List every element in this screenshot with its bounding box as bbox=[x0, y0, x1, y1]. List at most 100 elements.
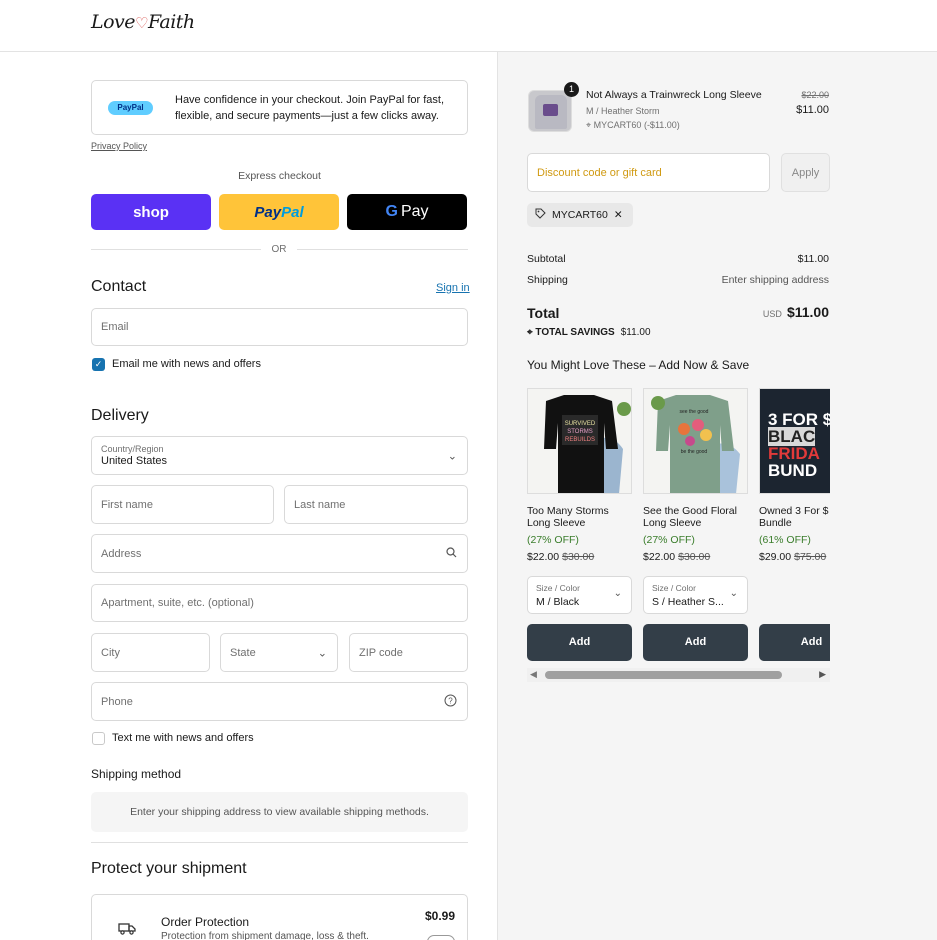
scrollbar-thumb[interactable] bbox=[545, 671, 782, 679]
total-value: USD $11.00 bbox=[762, 304, 829, 320]
protect-shipment-heading: Protect your shipment bbox=[91, 860, 247, 877]
size-color-select[interactable]: Size / Color M / Black ⌄ bbox=[527, 576, 632, 614]
zip-code-field[interactable]: ZIP code bbox=[349, 633, 468, 672]
email-opt-in-label: Email me with news and offers bbox=[112, 358, 261, 370]
cart-item-name: Not Always a Trainwreck Long Sleeve bbox=[586, 89, 762, 101]
checkout-form: PayPal Have confidence in your checkout.… bbox=[0, 52, 497, 940]
contact-heading: Contact bbox=[91, 278, 147, 295]
delivery-heading: Delivery bbox=[91, 407, 149, 424]
google-pay-button[interactable]: G Pay bbox=[347, 194, 467, 230]
order-protection-toggle[interactable] bbox=[427, 935, 455, 940]
header: Love♡Faith bbox=[0, 0, 937, 52]
svg-text:STORMS: STORMS bbox=[567, 429, 593, 435]
apartment-field[interactable]: Apartment, suite, etc. (optional) bbox=[91, 584, 468, 622]
product-name[interactable]: Owned 3 For $ Bundle bbox=[759, 505, 830, 529]
sms-opt-in-label: Text me with news and offers bbox=[112, 732, 254, 744]
city-field[interactable]: City bbox=[91, 633, 210, 672]
shipping-value: Enter shipping address bbox=[721, 274, 829, 286]
bundle-banner: 3 FOR $ BLAC FRIDA BUND bbox=[768, 410, 830, 480]
cart-item-original-price: $22.00 bbox=[801, 90, 829, 100]
product-price: $22.00 $30.00 bbox=[527, 551, 595, 563]
last-name-field[interactable]: Last name bbox=[284, 485, 468, 524]
order-protection-card[interactable]: Order Protection Protection from shipmen… bbox=[91, 894, 468, 940]
paypal-logo-icon: PayPal bbox=[108, 101, 153, 115]
chevron-down-icon: ⌄ bbox=[613, 588, 622, 599]
scroll-right-icon[interactable]: ▶ bbox=[819, 669, 826, 680]
country-select[interactable]: Country/Region United States ⌄ bbox=[91, 436, 468, 475]
phone-field[interactable]: Phone ? bbox=[91, 682, 468, 721]
upsell-heading: You Might Love These – Add Now & Save bbox=[527, 358, 750, 372]
sms-opt-in-checkbox[interactable] bbox=[92, 732, 105, 745]
apply-button[interactable]: Apply bbox=[781, 153, 830, 192]
svg-text:?: ? bbox=[448, 696, 453, 705]
chevron-down-icon: ⌄ bbox=[447, 450, 457, 462]
product-image[interactable]: 3 FOR $ BLAC FRIDA BUND bbox=[759, 388, 830, 494]
chevron-down-icon: ⌄ bbox=[317, 647, 327, 659]
shop-pay-button[interactable]: shop bbox=[91, 194, 211, 230]
svg-text:SURVIVED: SURVIVED bbox=[565, 421, 596, 427]
first-name-field[interactable]: First name bbox=[91, 485, 274, 524]
state-select[interactable]: State ⌄ bbox=[220, 633, 338, 672]
sign-in-link[interactable]: Sign in bbox=[436, 282, 470, 294]
tag-icon: ⌖ bbox=[527, 327, 533, 338]
add-button[interactable]: Add bbox=[527, 624, 632, 661]
total-label: Total bbox=[527, 305, 560, 321]
product-price: $29.00 $75.00 bbox=[759, 551, 827, 563]
upsell-carousel: SURVIVED STORMS REBUILDS Too Many Storms… bbox=[527, 388, 830, 688]
subtotal-label: Subtotal bbox=[527, 253, 566, 265]
heart-icon: ♡ bbox=[135, 14, 148, 32]
svg-text:REBUILDS: REBUILDS bbox=[565, 437, 595, 443]
scroll-left-icon[interactable]: ◀ bbox=[530, 669, 537, 680]
paypal-banner: PayPal Have confidence in your checkout.… bbox=[91, 80, 468, 135]
tag-icon bbox=[535, 208, 546, 222]
total-savings: ⌖ TOTAL SAVINGS $11.00 bbox=[527, 327, 651, 338]
brand-logo[interactable]: Love♡Faith bbox=[91, 11, 195, 33]
applied-discount-chip: MYCART60 ✕ bbox=[527, 203, 633, 227]
paypal-button[interactable]: Pay Pal bbox=[219, 194, 339, 230]
product-image[interactable]: SURVIVED STORMS REBUILDS bbox=[527, 388, 632, 494]
privacy-policy-link[interactable]: Privacy Policy bbox=[91, 141, 147, 151]
truck-icon bbox=[118, 922, 136, 938]
svg-text:see the good: see the good bbox=[680, 409, 709, 415]
or-separator: OR bbox=[271, 244, 287, 255]
subtotal-value: $11.00 bbox=[797, 253, 829, 265]
product-price: $22.00 $30.00 bbox=[643, 551, 711, 563]
size-color-select[interactable]: Size / Color S / Heather S... ⌄ bbox=[643, 576, 748, 614]
help-circle-icon[interactable]: ? bbox=[444, 694, 457, 710]
order-summary: 1 Not Always a Trainwreck Long Sleeve M … bbox=[497, 52, 937, 940]
cart-item-discount: ⌖ MYCART60 (-$11.00) bbox=[586, 120, 680, 130]
product-name[interactable]: See the Good Floral Long Sleeve bbox=[643, 505, 747, 529]
product-name[interactable]: Too Many Storms Long Sleeve bbox=[527, 505, 631, 529]
discount-code-input[interactable]: Discount code or gift card bbox=[527, 153, 770, 192]
product-image[interactable]: see the good be the good bbox=[643, 388, 748, 494]
shipping-method-heading: Shipping method bbox=[91, 767, 182, 781]
paypal-banner-text: Have confidence in your checkout. Join P… bbox=[175, 94, 445, 122]
product-discount: (61% OFF) bbox=[759, 534, 811, 546]
section-divider bbox=[91, 842, 468, 843]
product-discount: (27% OFF) bbox=[527, 534, 579, 546]
add-button[interactable]: Add bbox=[643, 624, 748, 661]
shipping-label: Shipping bbox=[527, 274, 568, 286]
address-field[interactable]: Address bbox=[91, 534, 468, 573]
order-protection-subtitle: Protection from shipment damage, loss & … bbox=[161, 931, 369, 940]
quantity-badge: 1 bbox=[564, 82, 579, 97]
product-discount: (27% OFF) bbox=[643, 534, 695, 546]
chevron-down-icon: ⌄ bbox=[729, 588, 738, 599]
tag-icon: ⌖ bbox=[586, 120, 592, 130]
add-button[interactable]: Add bbox=[759, 624, 830, 661]
cart-item-price: $11.00 bbox=[796, 104, 829, 116]
divider-right bbox=[297, 249, 468, 250]
svg-text:be the good: be the good bbox=[681, 449, 708, 455]
shipping-method-placeholder: Enter your shipping address to view avai… bbox=[91, 792, 468, 832]
order-protection-price: $0.99 bbox=[424, 909, 455, 923]
email-opt-in-checkbox[interactable]: ✓ bbox=[92, 358, 105, 371]
email-field[interactable]: Email bbox=[91, 308, 468, 346]
cart-item-variant: M / Heather Storm bbox=[586, 106, 660, 116]
cart-item-image bbox=[528, 90, 572, 132]
google-g-icon: G bbox=[385, 203, 398, 220]
remove-discount-icon[interactable]: ✕ bbox=[614, 209, 623, 221]
search-icon bbox=[446, 546, 457, 561]
divider-left bbox=[91, 249, 261, 250]
carousel-scrollbar[interactable]: ◀ ▶ bbox=[527, 668, 830, 682]
express-checkout-label: Express checkout bbox=[238, 170, 321, 182]
